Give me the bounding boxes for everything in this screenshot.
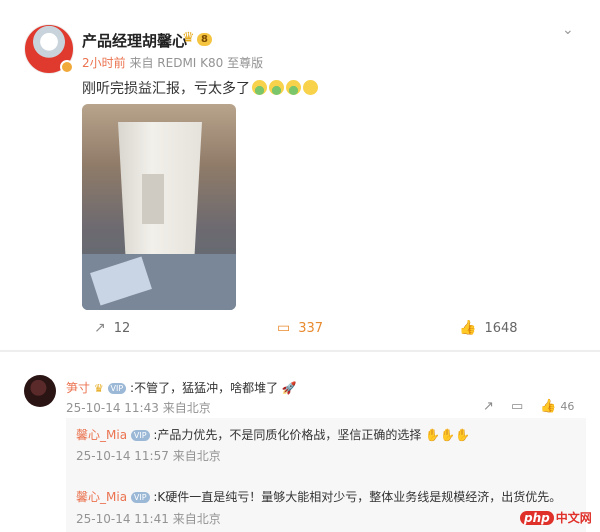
reply-source: 来自北京 <box>172 449 221 463</box>
chevron-down-icon[interactable]: ⌄ <box>562 22 574 38</box>
rocket-emoji-icon: 🚀 <box>281 381 297 395</box>
post-meta: 2小时前 来自 REDMI K80 至尊版 <box>82 54 263 71</box>
smile-emoji-icon <box>303 80 318 95</box>
post-source: 来自 REDMI K80 至尊版 <box>129 56 264 70</box>
site-watermark: php 中文网 <box>520 508 596 528</box>
reply-meta: 25-10-14 11:41 来自北京 <box>76 510 221 527</box>
repost-button[interactable]: ↗ 12 <box>94 320 130 336</box>
comment-line: 笋寸 ♛ VIP :不管了，猛猛冲，啥都堆了 🚀 <box>66 379 297 396</box>
commenter-avatar[interactable] <box>24 375 56 407</box>
author-name[interactable]: 产品经理胡馨心 <box>82 30 187 51</box>
reply-user[interactable]: 馨心_Mia <box>76 490 127 504</box>
cup-label-graphic <box>142 174 164 224</box>
weibo-post: 产品经理胡馨心 ♛ 8 ⌄ 2小时前 来自 REDMI K80 至尊版 刚听完损… <box>0 0 600 352</box>
comment-user[interactable]: 笋寸 <box>66 381 90 395</box>
post-image[interactable] <box>82 104 236 310</box>
reply-meta: 25-10-14 11:57 来自北京 <box>76 447 221 464</box>
repost-icon: ↗ <box>94 320 106 336</box>
vip-badge-icon: VIP <box>107 383 127 394</box>
vip-badge-icon: VIP <box>130 430 150 441</box>
reply-source: 来自北京 <box>172 512 221 526</box>
reply-list: 馨心_Mia VIP :产品力优先，不是同质化价格战，坚信正确的选择 ✋✋✋ 2… <box>66 418 586 532</box>
comment-text: :不管了，猛猛冲，啥都堆了 <box>130 381 279 395</box>
comment-button[interactable]: ▭ 337 <box>277 320 323 336</box>
section-divider <box>0 350 600 352</box>
post-text-content: 刚听完损益汇报，亏太多了 <box>82 81 250 97</box>
like-button[interactable]: 👍 46 <box>540 399 574 414</box>
reply-time: 25-10-14 11:41 <box>76 512 169 526</box>
like-button[interactable]: 👍 1648 <box>459 320 518 336</box>
cry-emoji-icon <box>252 80 267 95</box>
watermark-php: php <box>520 511 554 525</box>
hand-emoji-icon: ✋✋✋ <box>425 428 471 442</box>
comment-source: 来自北京 <box>162 401 211 415</box>
post-time[interactable]: 2小时前 <box>82 56 126 70</box>
reply-line: 馨心_Mia VIP :产品力优先，不是同质化价格战，坚信正确的选择 ✋✋✋ <box>76 426 470 443</box>
crown-icon: ♛ <box>182 30 195 46</box>
comment-time: 25-10-14 11:43 <box>66 401 159 415</box>
cry-emoji-icon <box>269 80 284 95</box>
comment-icon: ▭ <box>277 320 291 336</box>
reply-line: 馨心_Mia VIP :K硬件一直是纯亏！量够大能相对少亏，整体业务线是规模经济… <box>76 488 561 505</box>
reply-text: :K硬件一直是纯亏！量够大能相对少亏，整体业务线是规模经济，出货优先。 <box>153 490 562 504</box>
repost-icon[interactable]: ↗ <box>483 399 494 414</box>
reply-text: :产品力优先，不是同质化价格战，坚信正确的选择 <box>153 428 422 442</box>
watermark-cn: 中文网 <box>555 511 592 525</box>
vip-badge-icon: VIP <box>130 492 150 503</box>
crown-icon: ♛ <box>93 382 104 395</box>
post-text: 刚听完损益汇报，亏太多了 <box>82 78 318 98</box>
reply-time: 25-10-14 11:57 <box>76 449 169 463</box>
comment-like-count: 46 <box>560 400 575 413</box>
comment-icon[interactable]: ▭ <box>511 399 523 414</box>
cry-emoji-icon <box>286 80 301 95</box>
repost-count: 12 <box>113 321 131 336</box>
comment-meta: 25-10-14 11:43 来自北京 <box>66 399 211 416</box>
verified-badge-icon <box>60 60 74 74</box>
reply-user[interactable]: 馨心_Mia <box>76 428 127 442</box>
comment-count: 337 <box>298 321 324 336</box>
vip-level-badge[interactable]: 8 <box>197 33 212 46</box>
like-count: 1648 <box>484 321 518 336</box>
thumbs-up-icon: 👍 <box>459 320 477 336</box>
